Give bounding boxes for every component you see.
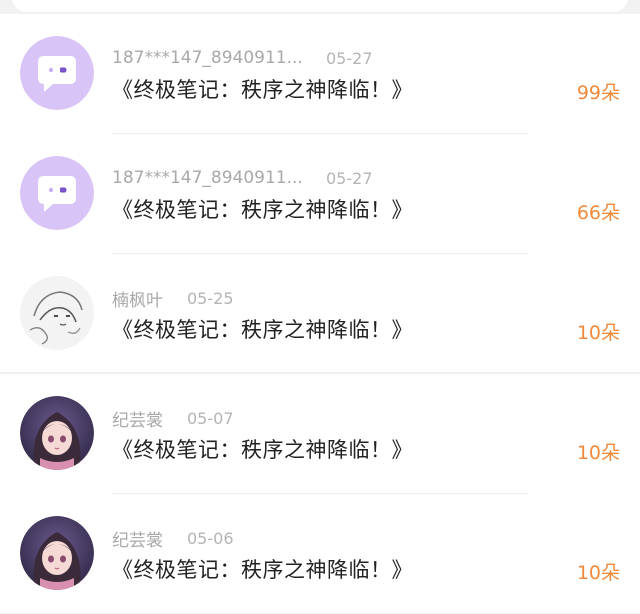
username[interactable]: 楠枫叶 xyxy=(112,286,163,311)
gift-meta: 纪芸裳 05-07 xyxy=(112,406,234,431)
username[interactable]: 纪芸裳 xyxy=(112,406,163,431)
flower-count: 10朵 xyxy=(576,322,620,344)
anime-girl-icon xyxy=(20,396,94,470)
sketch-character-icon xyxy=(20,276,94,350)
gift-meta: 187***147_8940911... 05-27 xyxy=(112,46,373,70)
book-title[interactable]: 《终极笔记：秩序之神降临！》 xyxy=(112,194,413,224)
book-title[interactable]: 《终极笔记：秩序之神降临！》 xyxy=(112,314,413,344)
avatar[interactable] xyxy=(20,516,94,590)
list-item[interactable]: 187***147_8940911... 05-27 《终极笔记：秩序之神降临！… xyxy=(0,134,640,254)
previous-card-edge xyxy=(12,0,628,12)
avatar[interactable] xyxy=(20,156,94,230)
gift-date: 05-27 xyxy=(326,168,373,188)
list-item[interactable]: 楠枫叶 05-25 《终极笔记：秩序之神降临！》 10朵 xyxy=(0,254,640,374)
flower-count: 10朵 xyxy=(576,442,620,464)
gift-date: 05-27 xyxy=(326,48,373,68)
gift-meta: 楠枫叶 05-25 xyxy=(112,286,234,311)
gift-meta: 纪芸裳 05-06 xyxy=(112,526,234,551)
flower-count: 66朵 xyxy=(576,202,620,224)
chat-bubble-icon xyxy=(20,156,94,230)
list-item[interactable]: 187***147_8940911... 05-27 《终极笔记：秩序之神降临！… xyxy=(0,14,640,134)
username[interactable]: 187***147_8940911... xyxy=(112,48,302,68)
gift-meta: 187***147_8940911... 05-27 xyxy=(112,166,373,190)
book-title[interactable]: 《终极笔记：秩序之神降临！》 xyxy=(112,434,413,464)
gift-date: 05-06 xyxy=(187,528,234,548)
anime-girl-icon xyxy=(20,516,94,590)
gift-list: 187***147_8940911... 05-27 《终极笔记：秩序之神降临！… xyxy=(0,14,640,613)
book-title[interactable]: 《终极笔记：秩序之神降临！》 xyxy=(112,74,413,104)
book-title[interactable]: 《终极笔记：秩序之神降临！》 xyxy=(112,554,413,584)
gift-date: 05-07 xyxy=(187,408,234,428)
chat-bubble-icon xyxy=(20,36,94,110)
avatar[interactable] xyxy=(20,276,94,350)
gift-date: 05-25 xyxy=(187,288,234,308)
list-item[interactable]: 纪芸裳 05-06 《终极笔记：秩序之神降临！》 10朵 xyxy=(0,494,640,614)
avatar[interactable] xyxy=(20,396,94,470)
flower-count: 10朵 xyxy=(576,562,620,584)
avatar[interactable] xyxy=(20,36,94,110)
flower-count: 99朵 xyxy=(576,82,620,104)
username[interactable]: 187***147_8940911... xyxy=(112,168,302,188)
list-item[interactable]: 纪芸裳 05-07 《终极笔记：秩序之神降临！》 10朵 xyxy=(0,374,640,494)
username[interactable]: 纪芸裳 xyxy=(112,526,163,551)
